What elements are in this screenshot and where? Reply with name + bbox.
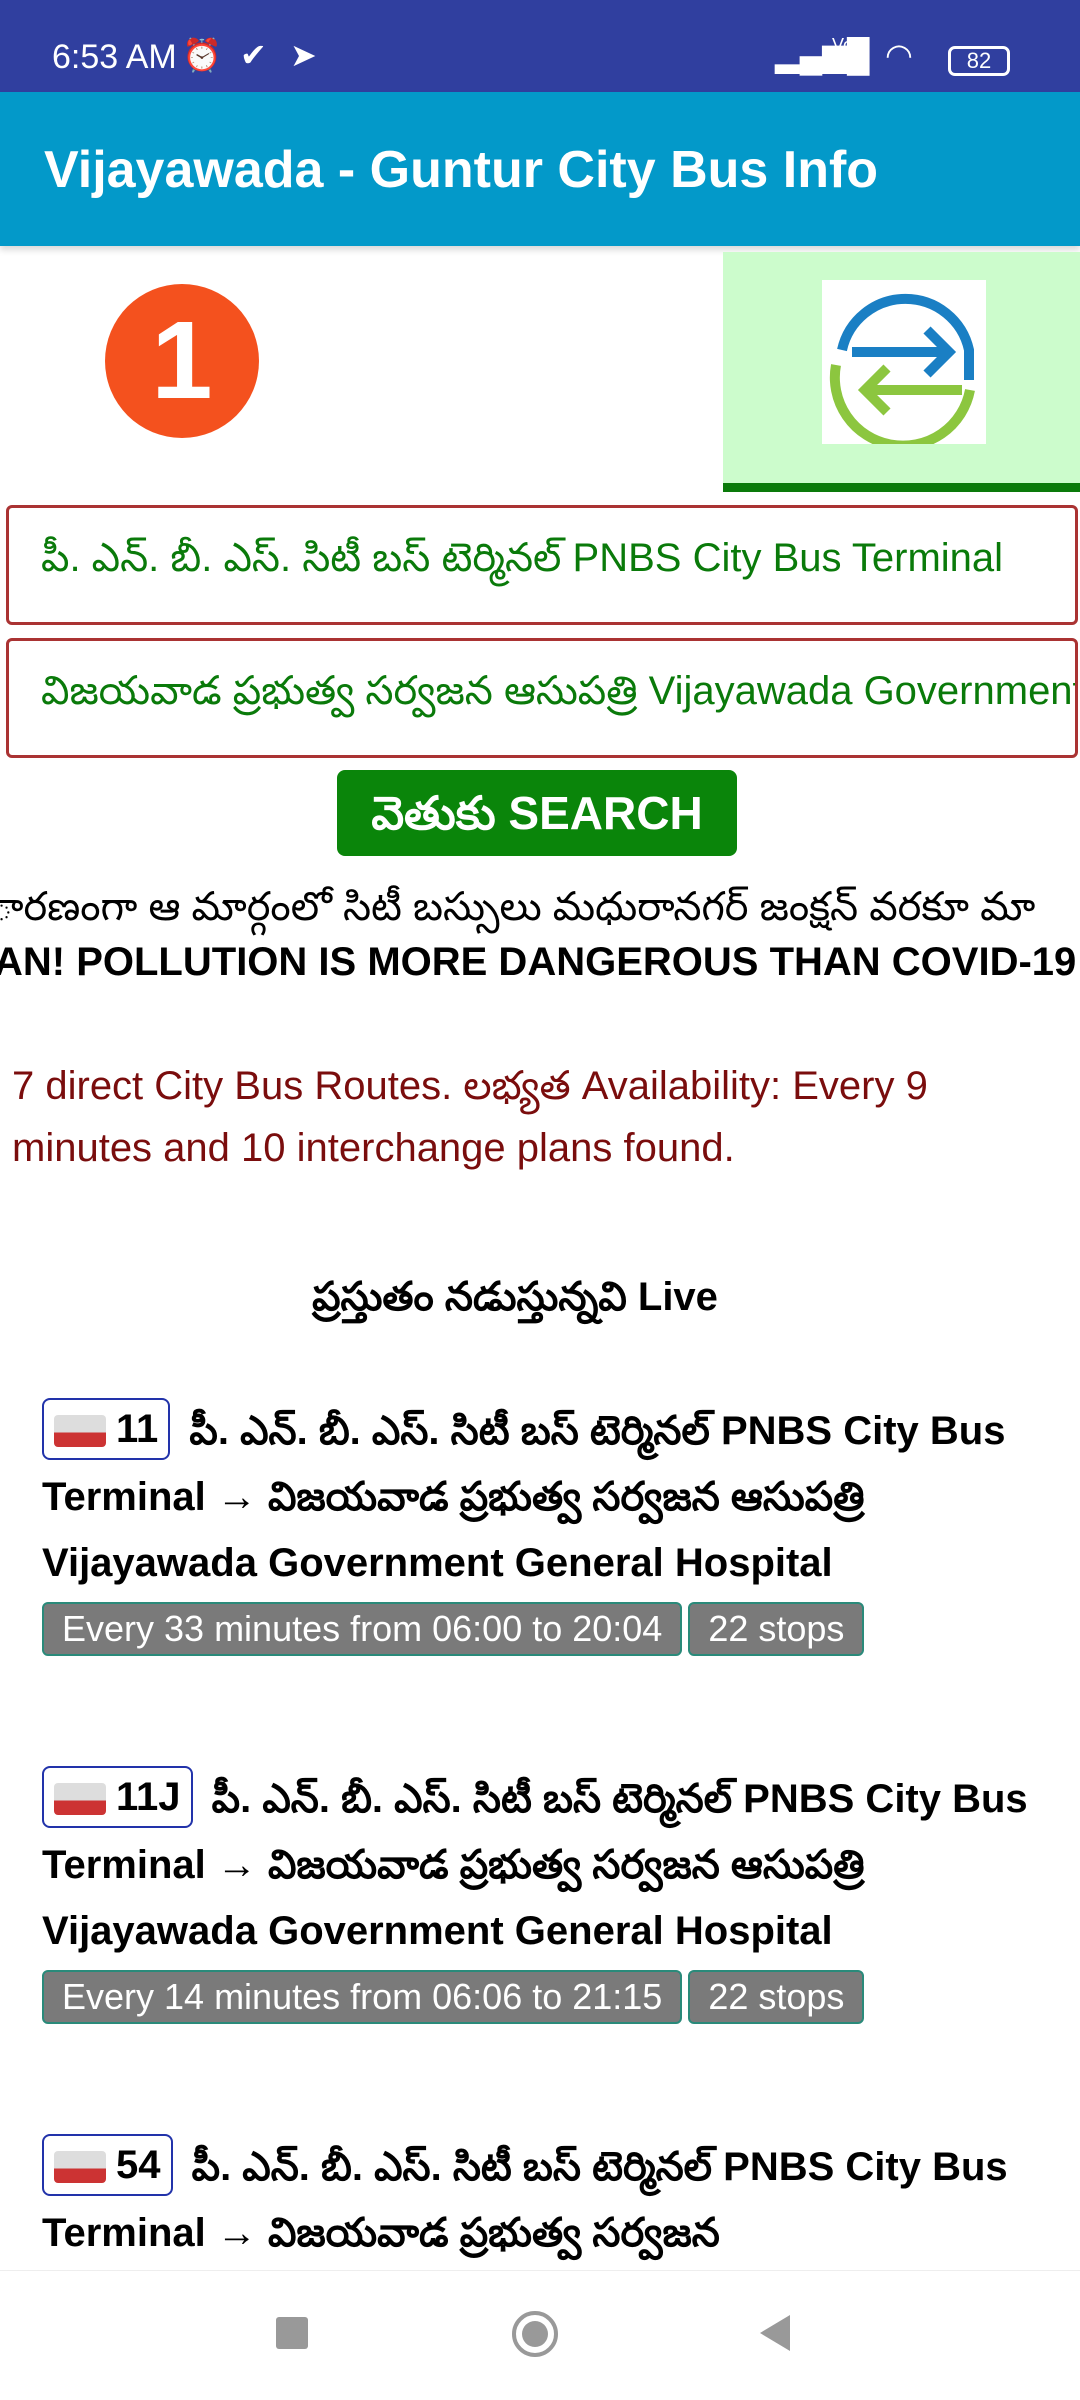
news-marquee: ారణంగా ఆ మార్గంలో సిటీ బస్సులు మధురానగర్… [0,885,1036,929]
app-title: Vijayawada - Guntur City Bus Info [44,141,879,199]
stops-badge[interactable]: 22 stops [688,1970,865,2024]
interchange-tab[interactable] [723,252,1080,492]
status-bar: 6:53 AM ⏰ ✔ ➤ ▂▄▆█ Vo WiFi ◠ 82 [0,0,1080,92]
app-bar: Vijayawada - Guntur City Bus Info [0,92,1080,246]
navigation-bar [0,2270,1080,2400]
from-stop-input[interactable]: పీ. ఎన్. బీ. ఎస్. సిటీ బస్ టెర్మినల్ PNB… [6,505,1078,625]
to-stop-input[interactable]: విజయవాడ ప్రభుత్వ సర్వజన ఆసుపత్రి Vijayaw… [6,638,1078,758]
bus-stop-tab[interactable] [360,252,985,492]
route-description: పీ. ఎన్. బీ. ఎస్. సిటీ బస్ టెర్మినల్ PNB… [42,1409,1006,1585]
interchange-icon [822,280,986,451]
mode-tabs: 1 [0,252,1080,492]
route-number-badge: 11J [42,1766,193,1828]
live-heading: ప్రస్తుతం నడుస్తున్నవి Live [312,1275,718,1319]
recents-button[interactable] [276,2317,308,2349]
frequency-badge: Every 14 minutes from 06:06 to 21:15 [42,1970,683,2024]
clock: 6:53 AM [52,38,177,76]
route-number: 11J [116,1775,181,1819]
route-card[interactable]: 54 పీ. ఎన్. బీ. ఎస్. సిటీ బస్ టెర్మినల్ … [42,2134,1052,2266]
route-number-badge: 54 [42,2134,173,2196]
route-number-badge: 11 [42,1398,171,1460]
bus-icon [54,2151,106,2184]
route-card[interactable]: 11J పీ. ఎన్. బీ. ఎస్. సిటీ బస్ టెర్మినల్… [42,1766,1052,2024]
stops-badge[interactable]: 22 stops [688,1602,865,1656]
battery-icon: 82 [948,46,1010,76]
back-button[interactable] [760,2315,790,2351]
result-summary: 7 direct City Bus Routes. లభ్యత Availabi… [12,1064,928,1170]
route-description: పీ. ఎన్. బీ. ఎస్. సిటీ బస్ టెర్మినల్ PNB… [42,2145,1008,2255]
number-one-icon: 1 [105,284,259,438]
bus-icon [54,1415,106,1448]
route-number: 11 [116,1407,159,1451]
search-button[interactable]: వెతుకు SEARCH [337,770,737,856]
vowifi-label: Vo WiFi [832,35,868,73]
check-icon: ✔ [240,37,267,73]
alarm-icon: ⏰ [182,37,222,73]
route-number: 54 [116,2143,161,2187]
telegram-icon: ➤ [290,37,317,73]
bus-icon [54,1783,106,1816]
route-card[interactable]: 11 పీ. ఎన్. బీ. ఎస్. సిటీ బస్ టెర్మినల్ … [42,1398,1052,1656]
route-number-tab[interactable]: 1 [0,252,360,492]
wifi-icon: ◠ [885,37,913,73]
frequency-badge: Every 33 minutes from 06:00 to 20:04 [42,1602,683,1656]
pollution-banner: AN! POLLUTION IS MORE DANGEROUS THAN COV… [0,940,1077,984]
home-button[interactable] [512,2311,558,2357]
